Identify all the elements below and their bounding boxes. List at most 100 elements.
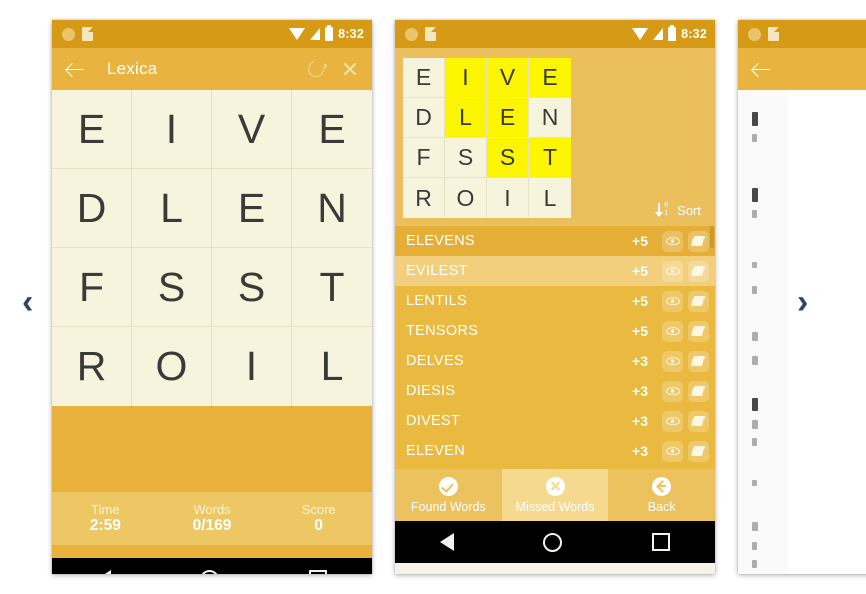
game-stats-bar: Time 2:59 Words 0/169 Score 0 [52, 492, 372, 545]
board-cell[interactable]: E [212, 169, 292, 248]
board-cell[interactable]: O [132, 327, 212, 406]
tab-missed-words[interactable]: Missed Words [501, 469, 609, 521]
preview-button[interactable] [662, 230, 683, 252]
board-cell[interactable]: E [52, 90, 132, 169]
board-cell[interactable]: I [212, 327, 292, 406]
battery-icon [325, 25, 334, 41]
define-button[interactable] [688, 350, 709, 372]
letter-board[interactable]: E I V E D L E N F S S T R O I L [52, 90, 372, 406]
phone-screenshot-2: 8:32 E I V E D L E N F S S T R O I L 9 1… [395, 20, 715, 574]
tab-found-words[interactable]: Found Words [395, 469, 502, 521]
board-cell[interactable]: S [132, 248, 212, 327]
arrow-back-icon[interactable] [752, 60, 771, 79]
preview-button[interactable] [662, 410, 683, 432]
preview-button[interactable] [662, 290, 683, 312]
text-fragment [752, 210, 757, 218]
tab-back[interactable]: Back [608, 469, 715, 521]
nav-recents-icon[interactable] [652, 533, 671, 551]
word-text: ELEVENS [406, 233, 475, 249]
board-cell[interactable]: T [292, 248, 372, 327]
text-fragment [752, 398, 758, 411]
word-points: +3 [632, 443, 648, 459]
board-cell[interactable]: E [292, 90, 372, 169]
carousel-next-arrow-icon[interactable]: › [797, 285, 808, 319]
sort-button[interactable]: 91 Sort [655, 202, 701, 218]
status-clock: 8:32 [338, 27, 364, 41]
carousel-stage: 8:32 Lexica E I V E D L E N F S S T R O … [0, 0, 866, 594]
nav-back-icon[interactable] [96, 570, 111, 574]
eye-icon [665, 327, 680, 335]
board-cell[interactable]: L [292, 327, 372, 406]
board-cell: E [403, 58, 445, 98]
board-row: E I V E [52, 90, 372, 169]
stat-label: Score [301, 501, 336, 517]
text-fragment [752, 188, 758, 202]
board-cell-highlighted: S [487, 138, 529, 178]
list-item[interactable]: EVILEST +5 [395, 256, 715, 286]
close-icon[interactable] [342, 61, 358, 77]
check-circle-icon [438, 476, 458, 496]
nav-back-icon[interactable] [439, 533, 454, 551]
nav-home-icon[interactable] [200, 569, 220, 574]
list-item[interactable]: DELVES +3 [395, 346, 715, 376]
define-button[interactable] [688, 320, 709, 342]
list-item[interactable]: ENVIED +3 [395, 466, 715, 469]
list-item[interactable]: TENSORS +5 [395, 316, 715, 346]
list-item[interactable]: ELEVENS +5 [395, 226, 715, 256]
list-item[interactable]: DIESIS +3 [395, 376, 715, 406]
nav-home-icon[interactable] [543, 532, 563, 552]
define-button[interactable] [688, 410, 709, 432]
missed-words-list[interactable]: ELEVENS +5 EVILEST +5 LENTILS +5 TENSORS… [395, 226, 715, 469]
define-button[interactable] [688, 230, 709, 252]
board-row: R O I L [52, 327, 372, 406]
board-cell[interactable]: D [52, 169, 132, 248]
nav-recents-icon[interactable] [309, 570, 328, 574]
board-cell-highlighted: T [529, 138, 571, 178]
sort-icon: 91 [655, 202, 671, 218]
preview-button[interactable] [662, 320, 683, 342]
text-fragment [752, 262, 757, 268]
carousel-prev-arrow-icon[interactable]: ‹ [22, 285, 33, 319]
word-text: TENSORS [406, 323, 479, 339]
circle-icon [405, 27, 418, 41]
list-item[interactable]: ELEVEN +3 [395, 436, 715, 466]
status-right-icons: 8:32 [289, 25, 364, 41]
word-text: DELVES [406, 353, 464, 369]
text-fragment [752, 286, 757, 294]
preview-button[interactable] [662, 350, 683, 372]
board-cell: I [487, 178, 529, 218]
eye-icon [665, 297, 680, 305]
board-cell[interactable]: L [132, 169, 212, 248]
define-button[interactable] [688, 260, 709, 282]
board-cell: L [529, 178, 571, 218]
define-button[interactable] [688, 290, 709, 312]
board-cell[interactable]: N [292, 169, 372, 248]
board-cell: N [529, 98, 571, 138]
board-cell[interactable]: S [212, 248, 292, 327]
word-entry-area [52, 406, 372, 492]
define-button[interactable] [688, 440, 709, 462]
preview-button[interactable] [662, 380, 683, 402]
board-cell[interactable]: F [52, 248, 132, 327]
board-cell: S [445, 138, 487, 178]
dictionary-book-icon [692, 296, 705, 307]
board-cell[interactable]: V [212, 90, 292, 169]
list-scrollbar[interactable] [710, 226, 714, 248]
board-cell[interactable]: R [52, 327, 132, 406]
board-cell: F [403, 138, 445, 178]
preview-button[interactable] [662, 260, 683, 282]
word-text: LENTILS [406, 293, 467, 309]
refresh-icon[interactable] [305, 58, 327, 80]
define-button[interactable] [688, 380, 709, 402]
app-bar: Lexica [52, 48, 372, 90]
dictionary-book-icon [692, 416, 705, 427]
dictionary-book-icon [692, 386, 705, 397]
preview-button[interactable] [662, 440, 683, 462]
circle-icon [748, 27, 761, 41]
list-item[interactable]: LENTILS +5 [395, 286, 715, 316]
word-points: +5 [632, 323, 648, 339]
appbar-actions [305, 58, 358, 80]
board-cell[interactable]: I [132, 90, 212, 169]
list-item[interactable]: DIVEST +3 [395, 406, 715, 436]
arrow-back-icon[interactable] [66, 60, 85, 79]
